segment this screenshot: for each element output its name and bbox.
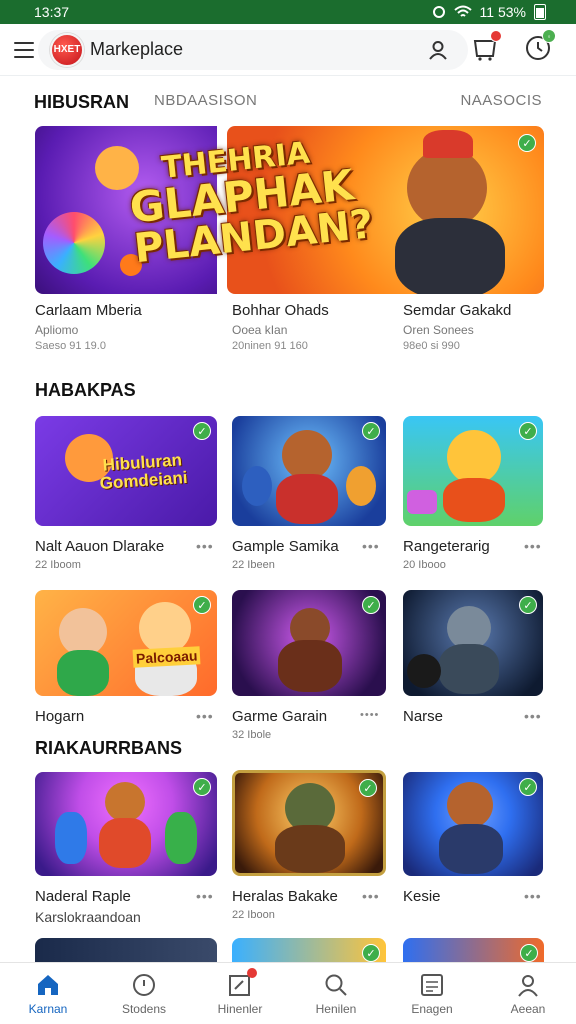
game-thumbnail: ✓: [403, 772, 543, 876]
nav-item-stodens[interactable]: Stodens: [96, 963, 192, 1024]
verified-icon: ✓: [193, 778, 211, 796]
game-card[interactable]: Hibuluran Gomdeiani ✓ Nalt Aauon Dlarake…: [35, 416, 217, 571]
tab-nbdaasison[interactable]: NBDAASISON: [154, 92, 257, 109]
status-battery-text: 11 53%: [479, 4, 526, 20]
compass-icon: [133, 973, 155, 996]
nav-item-hinenler[interactable]: Hinenler: [192, 963, 288, 1024]
game-thumbnail: ✓: [232, 770, 386, 876]
battery-icon: [534, 4, 546, 20]
game-meta: 32 Ibole: [232, 729, 272, 741]
game-thumbnail: ✓: [35, 772, 217, 876]
app-title: Markeplace: [90, 39, 184, 59]
verified-icon: ✓: [519, 422, 537, 440]
nav-item-henilen[interactable]: Henilen: [288, 963, 384, 1024]
wifi-icon: [453, 5, 472, 17]
verified-icon: ✓: [362, 596, 380, 614]
verified-icon: ✓: [520, 944, 538, 962]
list-icon: [421, 973, 443, 996]
game-thumbnail: ✓: [232, 590, 386, 696]
hero-verified-icon: ✓: [518, 134, 536, 152]
cart-badge: [490, 30, 502, 42]
game-title: Rangeterarig: [403, 538, 490, 555]
game-thumbnail: ✓: [403, 590, 543, 696]
game-title: Kesie: [403, 888, 441, 905]
game-thumbnail: Palcoaau ✓: [35, 590, 217, 696]
game-thumbnail: Hibuluran Gomdeiani ✓: [35, 416, 217, 526]
hero-headline: THEHRIA GLAPHAK PLANDAN?: [127, 135, 376, 273]
game-title: Naderal Raple: [35, 888, 131, 905]
verified-icon: ✓: [519, 596, 537, 614]
edit-icon: [227, 967, 257, 998]
game-card[interactable]: ✓ Kesie: [403, 772, 543, 905]
game-meta: 22 Iboom: [35, 559, 81, 571]
hero-item-3[interactable]: Semdar Gakakd Oren Sonees 98e0 si 990: [403, 302, 511, 352]
verified-icon: ✓: [362, 422, 380, 440]
hero-item-1[interactable]: Carlaam Mberia Apliomo Saeso 91 19.0: [35, 302, 142, 352]
verified-icon: ✓: [193, 596, 211, 614]
game-card[interactable]: ✓ Narse: [403, 590, 543, 725]
nav-item-home[interactable]: Karnan: [0, 963, 96, 1024]
more-options-icon[interactable]: •••: [524, 888, 576, 904]
game-card[interactable]: ✓ Rangeterarig 20 Ibooo: [403, 416, 543, 571]
hero-item-2[interactable]: Bohhar Ohads Ooea kIan 20ninen 91 160: [232, 302, 329, 352]
title-bar[interactable]: HXET Markeplace: [38, 29, 468, 70]
game-thumbnail: ✓: [403, 416, 543, 526]
sync-icon: [432, 6, 445, 18]
game-meta: 20 Ibooo: [403, 559, 446, 571]
tab-naasocis[interactable]: NAASOCIS: [460, 92, 542, 109]
category-tabs: HIBUSRAN NBDAASISON NAASOCIS: [34, 92, 542, 112]
app-bar: HXET Markeplace ◦: [0, 24, 576, 76]
nav-item-aeean[interactable]: Aeean: [480, 963, 576, 1024]
profile-icon: [518, 974, 538, 997]
status-time: 13:37: [34, 4, 70, 20]
game-title: Nalt Aauon Dlarake: [35, 538, 165, 555]
game-meta: 22 Iboon: [232, 909, 275, 921]
game-meta: Karslokraandoan: [35, 909, 141, 925]
user-icon[interactable]: [428, 40, 448, 60]
game-title: Hogarn: [35, 708, 85, 725]
more-options-icon[interactable]: •••: [524, 708, 576, 724]
verified-icon: ✓: [519, 778, 537, 796]
section-title: HABAKPAS: [35, 380, 136, 400]
section-title: RIAKAURRBANS: [35, 738, 182, 758]
verified-icon: ✓: [193, 422, 211, 440]
tab-hibusran[interactable]: HIBUSRAN: [34, 92, 129, 113]
game-card[interactable]: Palcoaau ✓ Hogarn: [35, 590, 217, 725]
hero-banner[interactable]: ✓ THEHRIA GLAPHAK PLANDAN?: [35, 126, 544, 294]
more-options-icon[interactable]: •••: [524, 538, 576, 554]
history-badge: ◦: [542, 29, 556, 43]
notification-badge: [247, 967, 257, 978]
verified-icon: ✓: [359, 779, 377, 797]
game-title: Narse: [403, 708, 444, 725]
game-meta: 22 Ibeen: [232, 559, 275, 571]
search-icon: [325, 974, 347, 996]
game-thumbnail: ✓: [232, 416, 386, 526]
verified-icon: ✓: [362, 944, 380, 962]
nav-item-enagen[interactable]: Enagen: [384, 963, 480, 1024]
game-card[interactable]: ✓ Naderal Raple Karslokraandoan: [35, 772, 217, 925]
home-icon: [38, 974, 58, 995]
app-logo[interactable]: HXET: [50, 32, 84, 67]
history-button[interactable]: ◦: [524, 29, 556, 62]
bottom-navigation: Karnan Stodens Hinenler Henilen Enagen A…: [0, 962, 576, 1024]
menu-icon[interactable]: [14, 41, 34, 58]
status-bar: 13:37 11 53%: [0, 0, 576, 24]
cart-button[interactable]: [470, 30, 502, 64]
